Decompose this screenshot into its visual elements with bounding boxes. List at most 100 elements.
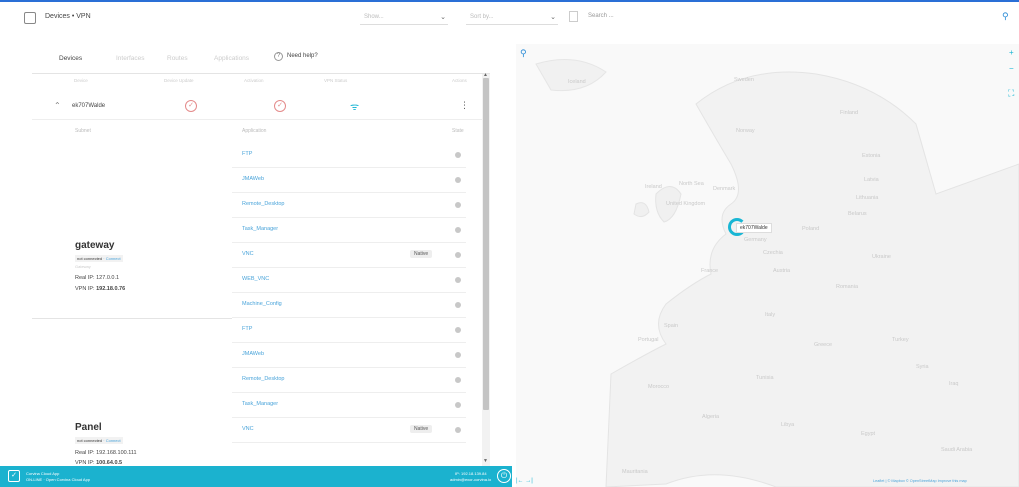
map-country-label: Mauritania: [622, 469, 648, 475]
tab-applications[interactable]: Applications: [214, 55, 249, 62]
app-row[interactable]: WEB_VNC: [232, 268, 466, 293]
map-country-label: Italy: [765, 312, 776, 318]
open-app-link[interactable]: ON-LINE · Open Corvina Cloud App: [26, 477, 90, 482]
native-badge[interactable]: Native: [410, 425, 433, 433]
state-dot-icon: [455, 277, 461, 283]
app-link[interactable]: Remote_Desktop: [242, 376, 285, 382]
sort-select[interactable]: Sort by... ⌄: [466, 11, 558, 25]
native-badge[interactable]: Native: [410, 250, 433, 258]
app-row[interactable]: Machine_Config: [232, 293, 466, 318]
state-dot-icon: [455, 352, 461, 358]
map-country-label: United Kingdom: [666, 201, 706, 207]
column-header-activation[interactable]: Activation: [244, 78, 264, 83]
help-icon: ?: [274, 52, 283, 61]
map-country-label: Austria: [773, 268, 791, 274]
zoom-out-icon[interactable]: −: [1009, 64, 1014, 73]
vpn-ip-label: VPN IP:: [75, 286, 95, 292]
collapse-panel-icon[interactable]: |← →|: [516, 478, 533, 484]
search-input[interactable]: Search ...: [588, 13, 614, 19]
show-select[interactable]: Show... ⌄: [360, 11, 448, 25]
map-country-label: Ireland: [645, 184, 662, 190]
app-row[interactable]: Task_Manager: [232, 218, 466, 243]
app-row[interactable]: JMAWeb: [232, 168, 466, 193]
activation-ok-icon: ✓: [274, 100, 286, 112]
devices-icon[interactable]: [24, 12, 36, 24]
group-title: Panel: [75, 422, 102, 433]
app-link[interactable]: JMAWeb: [242, 351, 264, 357]
state-dot-icon: [455, 252, 461, 258]
status-text: not connected: [77, 438, 103, 443]
map-view[interactable]: ⚲ + − ⛶ |← →| Iceland Sweden Finland Norway…: [516, 44, 1019, 487]
app-link[interactable]: VNC: [242, 426, 254, 432]
app-link[interactable]: VNC: [242, 251, 254, 257]
tab-routes[interactable]: Routes: [167, 55, 188, 62]
app-row[interactable]: Remote_Desktop: [232, 193, 466, 218]
map-attribution[interactable]: Leaflet | © Mapbox © OpenStreetMap Impro…: [873, 479, 967, 483]
subcolumn-subnet: Subnet: [75, 128, 91, 134]
app-link[interactable]: FTP: [242, 326, 252, 332]
tab-interfaces[interactable]: Interfaces: [116, 55, 145, 62]
state-dot-icon: [455, 227, 461, 233]
footer-user: admin@exor-corvina.io: [450, 477, 492, 482]
app-link[interactable]: FTP: [242, 151, 252, 157]
real-ip: Real IP: 192.168.100.111: [75, 450, 137, 456]
column-header-device[interactable]: Device: [74, 78, 88, 83]
app-row[interactable]: Task_Manager: [232, 393, 466, 418]
app-row[interactable]: JMAWeb: [232, 343, 466, 368]
real-ip-label: Real IP:: [75, 450, 95, 456]
help-link[interactable]: ? Need help?: [274, 52, 318, 61]
app-row[interactable]: FTP: [232, 143, 466, 168]
app-link[interactable]: Machine_Config: [242, 301, 282, 307]
select-all-checkbox[interactable]: [569, 11, 578, 22]
device-panel: Devices Interfaces Routes Applications ?…: [32, 44, 490, 466]
chevron-up-icon[interactable]: ⌃: [54, 101, 61, 110]
help-label: Need help?: [287, 53, 318, 59]
scrollbar-thumb[interactable]: [483, 78, 489, 410]
app-link[interactable]: JMAWeb: [242, 176, 264, 182]
map-country-label: Tunisia: [756, 375, 774, 381]
app-row[interactable]: VNC Native: [232, 243, 466, 268]
connect-link[interactable]: · Connect: [103, 256, 120, 261]
tab-bar: Devices Interfaces Routes Applications ?…: [32, 44, 490, 74]
top-bar: Devices • VPN Show... ⌄ Sort by... ⌄ Sea…: [0, 0, 1019, 34]
real-ip-value: 127.0.0.1: [96, 275, 120, 281]
column-header-vpn-status[interactable]: VPN Status: [324, 78, 347, 83]
map-country-label: Czechia: [763, 250, 783, 256]
app-row[interactable]: Remote_Desktop: [232, 368, 466, 393]
subcolumn-state: State: [452, 128, 464, 134]
map-country-label: France: [701, 268, 719, 274]
group-divider: [32, 318, 232, 319]
app-row[interactable]: VNC Native: [232, 418, 466, 443]
sort-select-value: Sort by...: [470, 14, 494, 20]
app-name: Corvina Cloud App: [26, 471, 60, 476]
scrollbar[interactable]: ▲ ▼: [482, 72, 490, 466]
power-icon[interactable]: ⏻: [497, 469, 511, 483]
app-link[interactable]: Task_Manager: [242, 226, 278, 232]
zoom-in-icon[interactable]: +: [1009, 48, 1014, 57]
app-link[interactable]: Task_Manager: [242, 401, 278, 407]
app-row[interactable]: FTP: [232, 318, 466, 343]
map-country-label: Lithuania: [856, 195, 879, 201]
map-country-label: Portugal: [638, 337, 659, 343]
breadcrumb[interactable]: Devices • VPN: [45, 13, 91, 20]
map-country-label: Spain: [664, 323, 679, 329]
more-actions-icon[interactable]: ⋮: [460, 100, 469, 111]
app-link[interactable]: Remote_Desktop: [242, 201, 285, 207]
map-country-label: Finland: [840, 110, 859, 116]
map-country-label: Denmark: [713, 186, 736, 192]
connect-link[interactable]: · Connect: [103, 438, 120, 443]
status-footer: ✓ Corvina Cloud App ON-LINE · Open Corvi…: [0, 466, 512, 487]
app-link[interactable]: WEB_VNC: [242, 276, 269, 282]
fullscreen-icon[interactable]: ⛶: [1008, 88, 1014, 99]
state-dot-icon: [455, 402, 461, 408]
column-header-device-update[interactable]: Device Update: [164, 78, 194, 83]
map-country-label: Latvia: [864, 177, 879, 183]
zoom-search-icon[interactable]: ⚲: [520, 48, 527, 59]
scroll-down-icon[interactable]: ▼: [483, 458, 488, 464]
state-dot-icon: [455, 302, 461, 308]
group-type: Gateway: [75, 264, 91, 269]
device-row[interactable]: ⌃ ek707Walde ✓ ✓ ᯤ ⋮: [32, 94, 482, 120]
tab-devices[interactable]: Devices: [59, 55, 82, 62]
map-country-label: Iraq: [949, 381, 959, 387]
search-icon[interactable]: ⚲: [1002, 11, 1009, 22]
